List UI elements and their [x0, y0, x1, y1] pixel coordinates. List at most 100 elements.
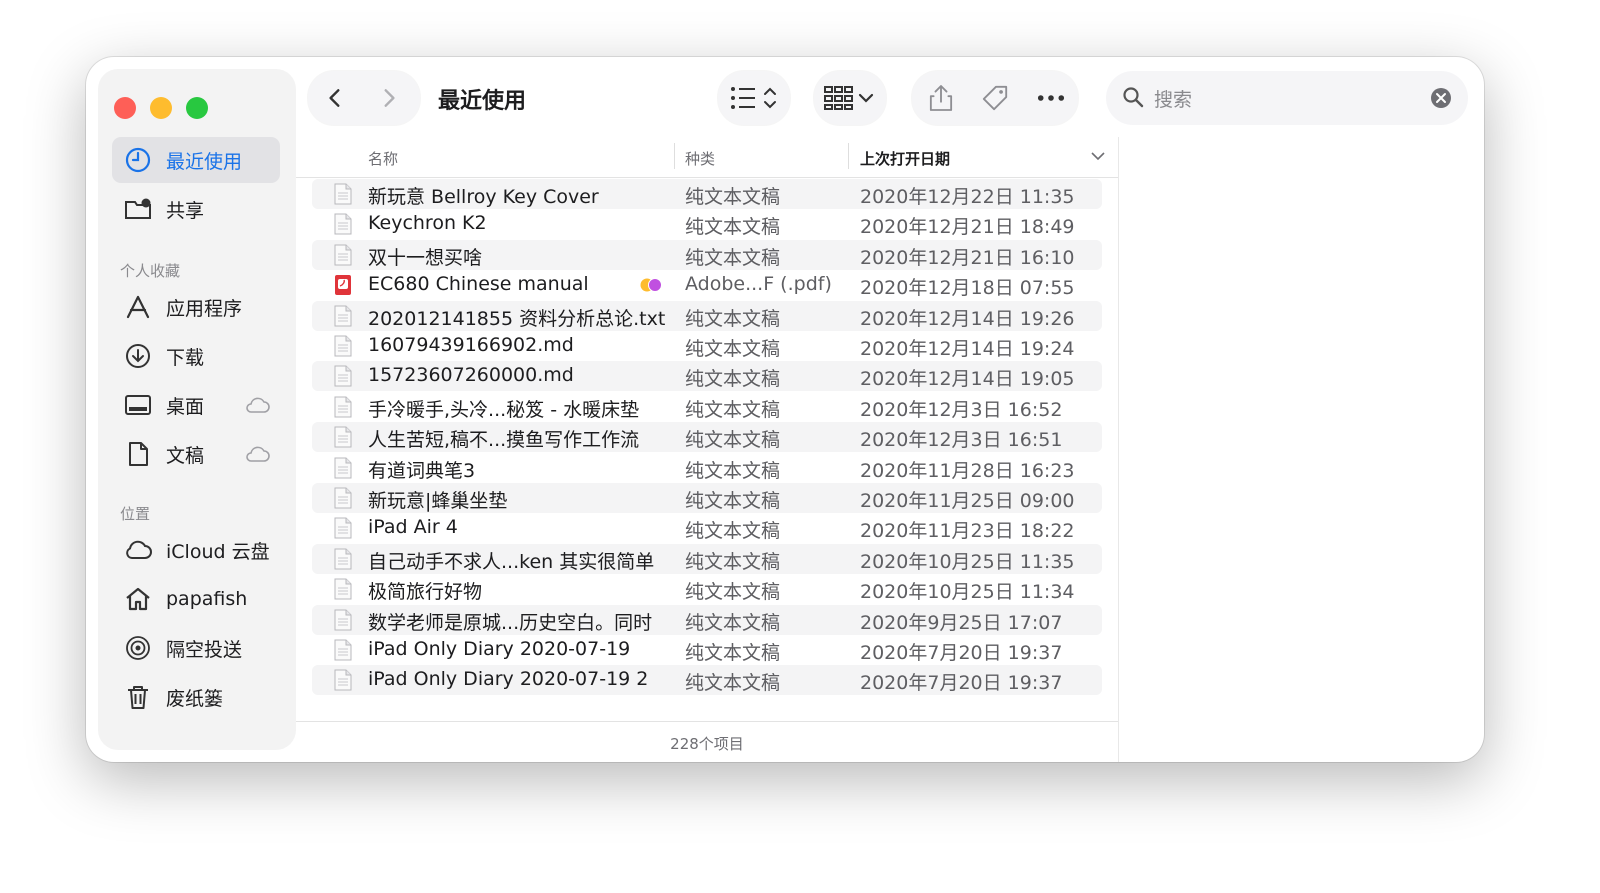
file-date: 2020年12月14日 19:24: [860, 338, 1075, 360]
file-name: 202012141855 资料分析总论.txt: [368, 307, 666, 330]
file-kind: 纯文本文稿: [685, 368, 781, 391]
sidebar-item-trash[interactable]: 废纸篓: [112, 674, 280, 720]
file-kind: 纯文本文稿: [685, 186, 781, 208]
share-button[interactable]: [924, 81, 958, 115]
back-chevron-icon: [329, 89, 340, 107]
sidebar-item-applications[interactable]: 应用程序: [112, 284, 280, 330]
file-kind: 纯文本文稿: [685, 216, 781, 239]
table-row[interactable]: 15723607260000.md 纯文本文稿 2020年12月14日 19:05: [312, 361, 1102, 392]
close-window-button[interactable]: [114, 97, 136, 119]
text-file-icon: [334, 183, 352, 205]
table-row[interactable]: 自己动手不求人...ken 其实很简单 纯文本文稿 2020年10月25日 11:3…: [312, 543, 1102, 574]
more-icon: [1037, 95, 1065, 101]
navigation-pill: [308, 71, 420, 125]
icloud-icon: [122, 534, 154, 566]
table-row[interactable]: 极简旅行好物 纯文本文稿 2020年10月25日 11:34: [312, 574, 1102, 604]
file-kind: 纯文本文稿: [685, 429, 781, 452]
color-tags-icon: [640, 278, 662, 293]
file-name: 15723607260000.md: [368, 364, 574, 387]
file-date: 2020年12月3日 16:52: [860, 398, 1063, 421]
file-name: 手冷暖手,头冷...秘笈 - 水暖床垫: [368, 398, 640, 421]
finder-window: 最近使用 共享 个人收藏 应用程序 下载 桌面 文稿 位置 iCloud 云盘 …: [86, 57, 1484, 762]
file-name: Keychron K2: [368, 212, 487, 235]
table-row[interactable]: 有道词典笔3 纯文本文稿 2020年11月28日 16:23: [312, 453, 1102, 483]
sidebar-item-downloads[interactable]: 下载: [112, 333, 280, 379]
file-name: iPad Air 4: [368, 516, 458, 539]
table-row[interactable]: 数学老师是原城...历史空白。同时 纯文本文稿 2020年9月25日 17:07: [312, 604, 1102, 635]
share-icon: [929, 85, 953, 111]
view-mode-button[interactable]: [718, 71, 790, 125]
sidebar-item-shared[interactable]: 共享: [112, 186, 280, 232]
text-file-icon: [334, 365, 352, 387]
file-kind: 纯文本文稿: [685, 550, 781, 573]
text-file-icon: [334, 213, 352, 235]
forward-chevron-icon: [384, 89, 395, 107]
table-row[interactable]: 手冷暖手,头冷...秘笈 - 水暖床垫 纯文本文稿 2020年12月3日 16:52: [312, 392, 1102, 422]
file-name: iPad Only Diary 2020-07-19: [368, 638, 631, 660]
file-name: 人生苦短,稿不...摸鱼写作工作流: [368, 429, 640, 452]
clear-search-icon[interactable]: [1430, 87, 1452, 109]
sidebar-item-desktop[interactable]: 桌面: [112, 382, 280, 428]
zoom-window-button[interactable]: [186, 97, 208, 119]
text-file-icon: [334, 548, 352, 570]
sidebar: 最近使用 共享 个人收藏 应用程序 下载 桌面 文稿 位置 iCloud 云盘 …: [98, 69, 296, 750]
search-input[interactable]: 搜索: [1154, 85, 1192, 112]
table-row[interactable]: 202012141855 资料分析总论.txt 纯文本文稿 2020年12月14日 …: [312, 300, 1102, 331]
sidebar-item-documents[interactable]: 文稿: [112, 431, 280, 477]
sort-descending-icon[interactable]: [1091, 151, 1105, 161]
list-view-icon: [731, 87, 776, 109]
minimize-window-button[interactable]: [150, 97, 172, 119]
table-row[interactable]: Keychron K2 纯文本文稿 2020年12月21日 18:49: [312, 209, 1102, 239]
file-list: 名称 种类 上次打开日期 新玩意 Bellroy Key Cover 纯文本文稿 2…: [296, 137, 1118, 762]
file-date: 2020年12月14日 19:05: [860, 368, 1075, 391]
sidebar-item-recents[interactable]: 最近使用: [112, 137, 280, 183]
file-name: 双十一想买啥: [368, 246, 483, 269]
file-date: 2020年12月18日 07:55: [860, 277, 1075, 300]
forward-button[interactable]: [374, 83, 404, 113]
file-name: 有道词典笔3: [368, 459, 476, 482]
tag-button[interactable]: [978, 81, 1012, 115]
text-file-icon: [334, 639, 352, 661]
locations-section-title: 位置: [120, 505, 151, 523]
table-row[interactable]: iPad Only Diary 2020-07-19 纯文本文稿 2020年7月20…: [312, 635, 1102, 665]
search-field[interactable]: 搜索: [1106, 71, 1468, 125]
file-date: 2020年12月21日 18:49: [860, 216, 1075, 239]
table-row[interactable]: 新玩意|蜂巢坐垫 纯文本文稿 2020年11月25日 09:00: [312, 483, 1102, 513]
sidebar-item-airdrop[interactable]: 隔空投送: [112, 625, 280, 671]
sidebar-item-label: 应用程序: [166, 297, 243, 320]
table-row[interactable]: 人生苦短,稿不...摸鱼写作工作流 纯文本文稿 2020年12月3日 16:51: [312, 422, 1102, 453]
sidebar-item-home[interactable]: papafish: [112, 576, 280, 622]
group-button[interactable]: [814, 71, 886, 125]
text-file-icon: [334, 609, 352, 631]
file-name: iPad Only Diary 2020-07-19 2: [368, 668, 649, 691]
file-date: 2020年10月25日 11:34: [860, 581, 1075, 604]
sidebar-item-label: 共享: [166, 199, 205, 222]
home-icon: [122, 583, 154, 615]
file-kind: 纯文本文稿: [685, 307, 781, 330]
table-row[interactable]: iPad Only Diary 2020-07-19 2 纯文本文稿 2020年7月…: [312, 665, 1102, 696]
sidebar-item-label: 文稿: [166, 444, 205, 467]
more-button[interactable]: [1034, 81, 1068, 115]
desktop-icon: [122, 389, 154, 421]
icloud-status-icon: [246, 446, 270, 462]
trash-icon: [122, 681, 154, 713]
sidebar-item-icloud[interactable]: iCloud 云盘: [112, 527, 280, 573]
file-kind: 纯文本文稿: [685, 246, 781, 269]
text-file-icon: [334, 669, 352, 691]
back-button[interactable]: [320, 83, 350, 113]
document-icon: [122, 438, 154, 470]
column-name[interactable]: 名称: [368, 148, 398, 169]
file-rows: 新玩意 Bellroy Key Cover 纯文本文稿 2020年12月22日 11…: [296, 179, 1118, 699]
table-row[interactable]: 16079439166902.md 纯文本文稿 2020年12月14日 19:24: [312, 331, 1102, 361]
table-row[interactable]: 新玩意 Bellroy Key Cover 纯文本文稿 2020年12月22日 11…: [312, 179, 1102, 209]
table-row[interactable]: 双十一想买啥 纯文本文稿 2020年12月21日 16:10: [312, 239, 1102, 270]
table-row[interactable]: EC680 Chinese manual Adobe...F (.pdf) 2020…: [312, 270, 1102, 300]
file-kind: 纯文本文稿: [685, 581, 781, 604]
table-row[interactable]: iPad Air 4 纯文本文稿 2020年11月23日 18:22: [312, 513, 1102, 543]
tag-icon: [982, 85, 1008, 111]
sidebar-item-label: 下载: [166, 346, 205, 369]
text-file-icon: [334, 487, 352, 509]
column-kind[interactable]: 种类: [685, 148, 715, 169]
column-date[interactable]: 上次打开日期: [860, 148, 950, 169]
file-kind: 纯文本文稿: [685, 611, 781, 634]
